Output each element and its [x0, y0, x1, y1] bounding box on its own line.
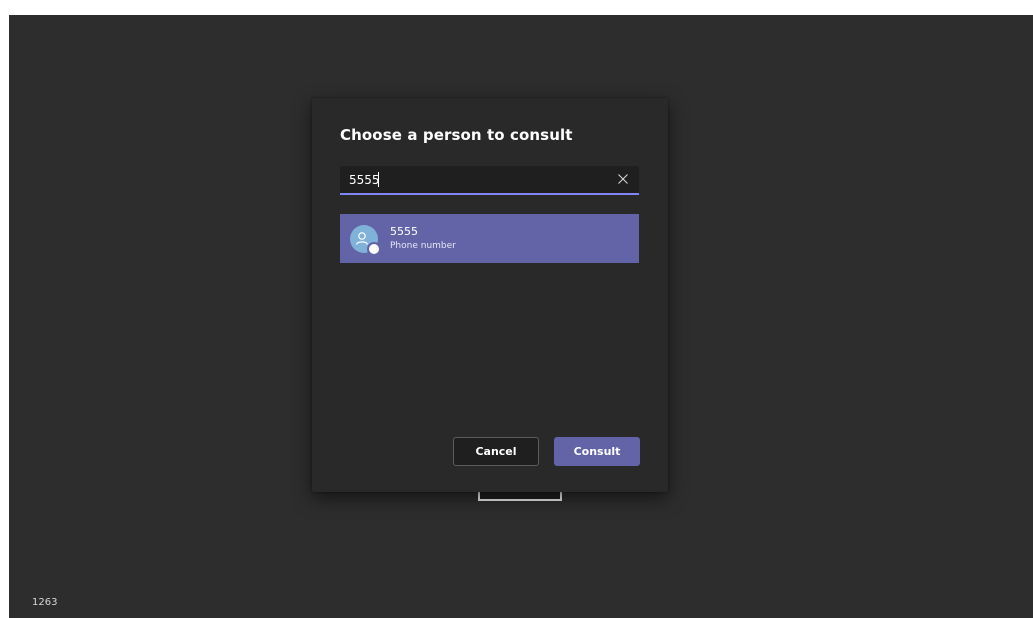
search-box	[340, 166, 639, 195]
result-subtitle: Phone number	[390, 241, 456, 251]
consult-button[interactable]: Consult	[554, 437, 640, 466]
call-screen: 1263 Choose a person to consult 5555 555…	[9, 15, 1033, 618]
close-icon	[618, 174, 628, 184]
search-input[interactable]	[349, 170, 604, 190]
presence-indicator	[367, 242, 381, 256]
text-caret	[378, 172, 379, 187]
dialog-title: Choose a person to consult	[340, 126, 573, 144]
corner-label: 1263	[32, 597, 58, 608]
result-name: 5555	[390, 225, 418, 238]
avatar	[350, 225, 381, 256]
clear-search-button[interactable]	[615, 171, 631, 187]
search-result-item[interactable]: 5555 Phone number	[340, 214, 639, 263]
consult-dialog: Choose a person to consult 5555 Phone nu	[312, 98, 668, 492]
cancel-button[interactable]: Cancel	[453, 437, 539, 466]
